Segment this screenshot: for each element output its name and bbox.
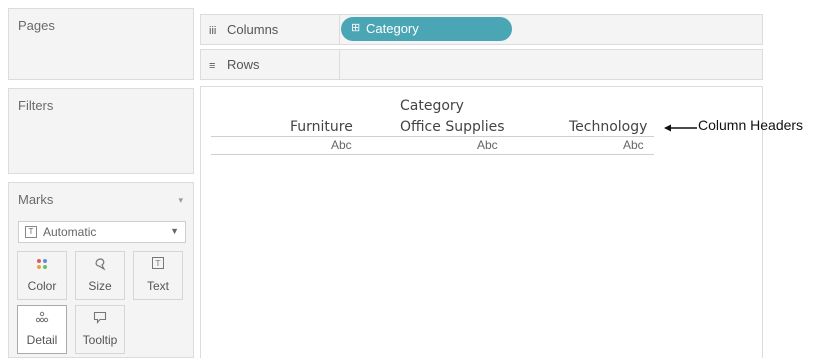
rows-shelf[interactable]: ≡ Rows xyxy=(200,49,763,80)
mark-type-dropdown[interactable]: T Automatic ▼ xyxy=(18,221,186,243)
svg-text:T: T xyxy=(155,259,161,268)
column-header-office-supplies[interactable]: Office Supplies xyxy=(400,119,505,135)
column-header-furniture[interactable]: Furniture xyxy=(290,119,353,135)
detail-button[interactable]: Detail xyxy=(17,305,67,354)
category-pill-label: Category xyxy=(366,21,419,36)
columns-shelf-label: iii Columns xyxy=(209,22,279,37)
size-label: Size xyxy=(88,279,112,293)
tooltip-label: Tooltip xyxy=(82,333,118,347)
size-button[interactable]: Size xyxy=(75,251,125,300)
marks-menu-caret-icon[interactable]: ▾ xyxy=(178,195,183,206)
chevron-down-icon: ▼ xyxy=(170,226,179,236)
pages-card[interactable]: Pages xyxy=(8,8,194,80)
marks-card: Marks ▾ T Automatic ▼ Color Size T Text xyxy=(8,182,194,358)
marks-title: Marks xyxy=(18,192,54,207)
columns-shelf[interactable]: iii Columns ⊞ Category xyxy=(200,14,763,45)
detail-label: Detail xyxy=(26,333,58,347)
text-icon: T xyxy=(134,257,182,272)
filters-card[interactable]: Filters xyxy=(8,88,194,174)
rows-shelf-label: ≡ Rows xyxy=(209,57,260,72)
header-divider xyxy=(211,136,654,137)
tooltip-icon xyxy=(76,311,124,327)
text-button[interactable]: T Text xyxy=(133,251,183,300)
pages-title: Pages xyxy=(18,18,55,33)
cell-abc[interactable]: Abc xyxy=(331,138,352,152)
color-label: Color xyxy=(27,279,57,293)
color-dots-icon xyxy=(18,257,66,272)
text-mark-icon: T xyxy=(25,226,37,238)
expand-plus-icon[interactable]: ⊞ xyxy=(351,21,360,34)
cell-abc[interactable]: Abc xyxy=(623,138,644,152)
columns-icon: iii xyxy=(209,25,217,37)
category-pill[interactable]: ⊞ Category xyxy=(341,17,512,41)
tooltip-button[interactable]: Tooltip xyxy=(75,305,125,354)
rows-icon: ≡ xyxy=(209,60,216,72)
field-header-category[interactable]: Category xyxy=(400,98,464,114)
column-headers-annotation: Column Headers xyxy=(698,117,804,133)
cell-abc[interactable]: Abc xyxy=(477,138,498,152)
column-header-technology[interactable]: Technology xyxy=(569,119,647,135)
text-label: Text xyxy=(146,279,169,293)
filters-title: Filters xyxy=(18,98,54,113)
color-button[interactable]: Color xyxy=(17,251,67,300)
detail-icon xyxy=(18,311,66,326)
size-icon xyxy=(76,257,124,274)
row-divider xyxy=(211,154,654,155)
arrow-left-icon xyxy=(664,124,697,132)
mark-type-label: Automatic xyxy=(43,225,97,239)
